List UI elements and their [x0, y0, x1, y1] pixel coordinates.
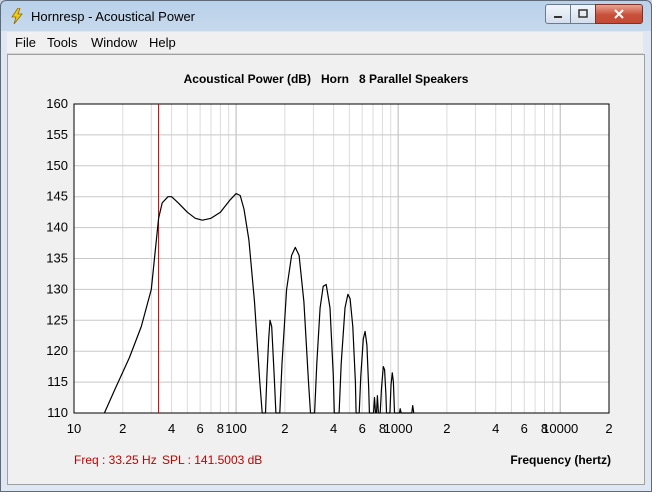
x-tick-label: 4 — [168, 421, 175, 436]
x-tick-label: 1000 — [384, 421, 413, 436]
chart-area[interactable]: Acoustical Power (dB) Horn 8 Parallel Sp… — [7, 54, 645, 485]
y-tick-label: 140 — [46, 220, 68, 235]
x-tick-label: 8 — [217, 421, 224, 436]
minimize-icon — [554, 16, 562, 18]
maximize-button[interactable] — [570, 4, 596, 24]
y-tick-label: 145 — [46, 189, 68, 204]
y-tick-label: 155 — [46, 127, 68, 142]
x-tick-label: 2 — [119, 421, 126, 436]
title-bar[interactable]: Hornresp - Acoustical Power — [1, 1, 651, 31]
window-title: Hornresp - Acoustical Power — [31, 9, 196, 24]
acoustical-power-chart[interactable]: 16015515014514013513012512011511010 2 4 6 8 1… — [8, 55, 644, 484]
y-tick-label: 160 — [46, 96, 68, 111]
x-tick-label: 2 — [605, 421, 612, 436]
maximize-icon — [578, 9, 588, 18]
y-tick-label: 110 — [47, 405, 68, 420]
close-button[interactable] — [595, 4, 643, 24]
minimize-button[interactable] — [545, 4, 571, 24]
status-spl: SPL : 141.5003 dB — [162, 453, 263, 467]
close-icon — [614, 9, 624, 19]
x-tick-label: 10000 — [542, 421, 578, 436]
x-tick-label: 100 — [225, 421, 247, 436]
menu-help[interactable]: Help — [149, 35, 176, 50]
y-tick-label: 135 — [46, 251, 68, 266]
x-tick-label: 4 — [330, 421, 337, 436]
x-tick-label: 6 — [196, 421, 203, 436]
y-tick-label: 125 — [46, 312, 68, 327]
y-tick-label: 115 — [47, 374, 68, 389]
menu-window[interactable]: Window — [91, 35, 137, 50]
status-frequency: Freq : 33.25 Hz — [74, 453, 157, 467]
menu-file[interactable]: File — [15, 35, 36, 50]
x-tick-label: 2 — [281, 421, 288, 436]
y-tick-label: 130 — [46, 281, 68, 296]
main-window: Hornresp - Acoustical Power File Tools W… — [0, 0, 652, 492]
y-tick-label: 120 — [46, 343, 68, 358]
x-axis-label: Frequency (hertz) — [510, 453, 611, 467]
x-tick-label: 6 — [359, 421, 366, 436]
menu-bar: File Tools Window Help — [7, 32, 643, 54]
menu-tools[interactable]: Tools — [47, 35, 77, 50]
x-tick-label: 2 — [443, 421, 450, 436]
x-tick-label: 6 — [521, 421, 528, 436]
app-lightning-icon — [11, 8, 23, 24]
y-tick-label: 150 — [46, 158, 68, 173]
x-tick-label: 10 — [67, 421, 81, 436]
x-tick-label: 4 — [492, 421, 499, 436]
